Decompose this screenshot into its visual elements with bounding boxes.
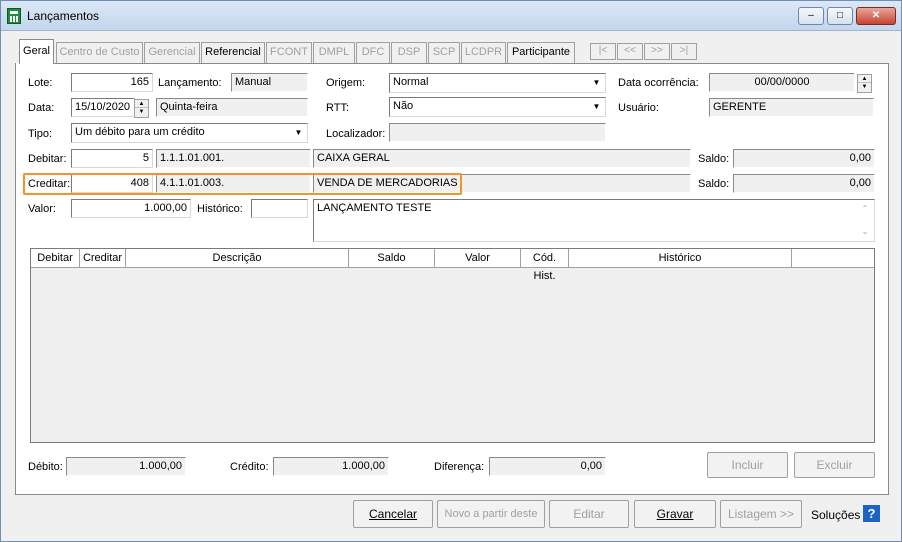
minimize-button[interactable]: – [798,7,824,25]
calculator-icon [7,8,21,24]
spin-up-icon[interactable]: ▲ [858,75,871,83]
saldo-debito-field: 0,00 [733,149,875,168]
chevron-down-icon[interactable]: ▼ [589,75,604,90]
tipo-value: Um débito para um crédito [75,126,205,138]
historico-texto: LANÇAMENTO TESTE [317,202,432,214]
tab-centro-de-custo[interactable]: Centro de Custo [56,42,143,63]
origem-select[interactable]: Normal ▼ [389,73,606,93]
first-record-button[interactable]: |< [590,43,616,60]
tipo-label: Tipo: [28,128,53,140]
usuario-label: Usuário: [618,102,659,114]
tab-dsp[interactable]: DSP [391,42,427,63]
rtt-select[interactable]: Não ▼ [389,97,606,117]
grid-header-descricao[interactable]: Descrição [126,249,349,268]
tab-referencial[interactable]: Referencial [201,42,265,63]
debitar-conta-field: 1.1.1.01.001. [156,149,311,168]
usuario-field: GERENTE [709,98,874,117]
historico-codigo-input[interactable] [251,199,308,218]
debito-total-field: 1.000,00 [66,457,186,476]
tab-geral[interactable]: Geral [19,39,54,64]
previous-record-button[interactable]: << [617,43,643,60]
debitar-label: Debitar: [28,153,67,165]
diferenca-field: 0,00 [489,457,606,476]
scroll-down-icon[interactable]: ⌄ [858,225,872,239]
grid-header-creditar[interactable]: Creditar [80,249,126,268]
chevron-down-icon[interactable]: ▼ [589,99,604,114]
localizador-field[interactable] [389,123,606,142]
data-input[interactable]: 15/10/2020 [71,98,135,117]
rtt-value: Não [393,100,414,112]
scroll-up-icon[interactable]: ⌃ [858,202,872,216]
grid-header-historico[interactable]: Histórico [569,249,792,268]
data-ocorrencia-label: Data ocorrência: [618,77,699,89]
last-record-button[interactable]: >| [671,43,697,60]
data-ocorrencia-spinner[interactable]: ▲ ▼ [857,74,872,93]
credito-total-label: Crédito: [230,461,269,473]
chevron-down-icon[interactable]: ▼ [291,125,306,140]
valor-input[interactable]: 1.000,00 [71,199,191,218]
rtt-label: RTT: [326,102,350,114]
spin-down-icon[interactable]: ▼ [858,83,871,91]
help-icon[interactable]: ? [863,505,880,522]
grid-header-cod-hist[interactable]: Cód. Hist. [521,249,569,282]
tab-scp[interactable]: SCP [428,42,460,63]
gravar-button[interactable]: Gravar [634,500,716,528]
cancelar-button[interactable]: Cancelar [353,500,433,528]
tab-dfc[interactable]: DFC [356,42,390,63]
data-label: Data: [28,102,55,114]
tab-gerencial[interactable]: Gerencial [144,42,200,63]
lancamento-label: Lançamento: [158,77,222,89]
debito-total-label: Débito: [28,461,63,473]
historico-label: Histórico: [197,203,243,215]
lancamentos-grid[interactable]: Debitar Creditar Descrição Saldo Valor C… [30,248,875,443]
valor-label: Valor: [28,203,56,215]
creditar-input[interactable]: 408 [71,174,153,193]
listagem-button[interactable]: Listagem >> [720,500,802,528]
data-spinner[interactable]: ▲ ▼ [134,99,149,118]
origem-value: Normal [393,76,429,88]
spin-down-icon[interactable]: ▼ [135,108,148,116]
dia-semana-field: Quinta-feira [156,98,308,117]
tab-fcont[interactable]: FCONT [266,42,312,63]
tab-participante[interactable]: Participante [507,42,575,63]
historico-texto-area[interactable]: LANÇAMENTO TESTE ⌃ ⌄ [313,199,875,242]
creditar-conta-field: 4.1.1.01.003. [156,174,311,193]
saldo-credito-label: Saldo: [698,178,730,190]
tipo-select[interactable]: Um débito para um crédito ▼ [71,123,308,143]
credito-total-field: 1.000,00 [273,457,389,476]
title-bar: Lançamentos – □ ✕ [1,1,901,31]
novo-a-partir-deste-button[interactable]: Novo a partir deste [437,500,545,528]
tab-lcdpr[interactable]: LCDPR [461,42,506,63]
lote-input[interactable]: 165 [71,73,153,92]
grid-header-valor[interactable]: Valor [435,249,521,268]
spin-up-icon[interactable]: ▲ [135,100,148,108]
editar-button[interactable]: Editar [549,500,629,528]
window-title: Lançamentos [27,9,100,23]
lote-label: Lote: [28,77,53,89]
debitar-input[interactable]: 5 [71,149,153,168]
next-record-button[interactable]: >> [644,43,670,60]
saldo-credito-field: 0,00 [733,174,875,193]
grid-header-debitar[interactable]: Debitar [31,249,80,268]
creditar-label: Creditar: [28,178,71,190]
origem-label: Origem: [326,77,366,89]
tab-dmpl[interactable]: DMPL [313,42,355,63]
grid-header-saldo[interactable]: Saldo [349,249,435,268]
lancamento-field: Manual [231,73,308,92]
saldo-debito-label: Saldo: [698,153,730,165]
excluir-button[interactable]: Excluir [794,452,875,478]
close-button[interactable]: ✕ [856,7,896,25]
incluir-button[interactable]: Incluir [707,452,788,478]
diferenca-label: Diferença: [434,461,485,473]
tabs-divider [53,63,889,64]
data-ocorrencia-field[interactable]: 00/00/0000 [709,73,855,92]
localizador-label: Localizador: [326,128,386,140]
grid-header-empty [792,249,874,268]
solucoes-label[interactable]: Soluções [811,508,860,522]
restore-button[interactable]: □ [827,7,853,25]
window: Lançamentos – □ ✕ Geral Centro de Custo … [0,0,902,542]
debitar-nome-field: CAIXA GERAL [313,149,691,168]
creditar-nome-field: VENDA DE MERCADORIAS [313,174,691,193]
